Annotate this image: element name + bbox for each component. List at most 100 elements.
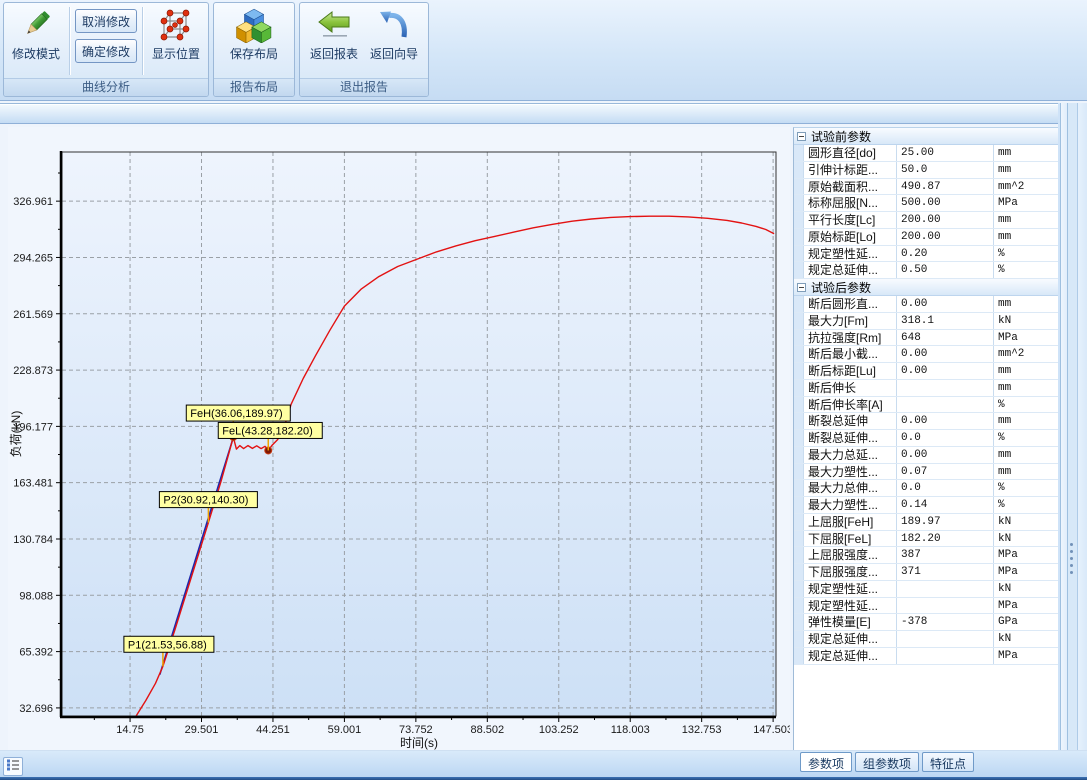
- param-row[interactable]: 规定总延伸...0.50%: [794, 262, 1058, 279]
- param-value[interactable]: [896, 648, 993, 664]
- param-value[interactable]: 0.00: [896, 346, 993, 362]
- param-row[interactable]: 断后圆形直...0.00mm: [794, 296, 1058, 313]
- param-value[interactable]: 50.0: [896, 162, 993, 178]
- save-layout-button[interactable]: 保存布局: [224, 4, 284, 78]
- param-value[interactable]: [896, 598, 993, 614]
- param-row[interactable]: 规定塑性延...kN: [794, 581, 1058, 598]
- param-value[interactable]: 500.00: [896, 195, 993, 211]
- param-value[interactable]: 0.14: [896, 497, 993, 513]
- param-row[interactable]: 最大力总伸...0.0%: [794, 480, 1058, 497]
- param-value[interactable]: 0.20: [896, 246, 993, 262]
- param-row[interactable]: 下屈服[FeL]182.20kN: [794, 531, 1058, 548]
- param-name: 下屈服[FeL]: [804, 531, 896, 547]
- show-position-button[interactable]: 显示位置: [146, 4, 206, 78]
- vertical-splitter[interactable]: [1058, 103, 1087, 777]
- param-value[interactable]: 0.00: [896, 363, 993, 379]
- param-value[interactable]: 189.97: [896, 514, 993, 530]
- confirm-modify-button[interactable]: 确定修改: [75, 39, 137, 63]
- param-row[interactable]: 断裂总延伸0.00mm: [794, 413, 1058, 430]
- param-value[interactable]: [896, 631, 993, 647]
- param-row[interactable]: 原始标距[Lo]200.00mm: [794, 229, 1058, 246]
- return-report-button[interactable]: 返回报表: [304, 4, 364, 78]
- row-indent: [794, 497, 804, 513]
- param-row[interactable]: 下屈服强度...371MPa: [794, 564, 1058, 581]
- param-unit: %: [993, 397, 1058, 413]
- param-value[interactable]: 0.00: [896, 447, 993, 463]
- param-rows: 试验前参数圆形直径[do]25.00mm引伸计标距...50.0mm原始截面积.…: [794, 128, 1058, 665]
- param-group-header[interactable]: 试验前参数: [794, 128, 1058, 145]
- param-value[interactable]: 0.07: [896, 464, 993, 480]
- param-row[interactable]: 最大力塑性...0.07mm: [794, 464, 1058, 481]
- param-group-header[interactable]: 试验后参数: [794, 279, 1058, 296]
- param-value[interactable]: 0.00: [896, 413, 993, 429]
- param-row[interactable]: 原始截面积...490.87mm^2: [794, 179, 1058, 196]
- param-value[interactable]: [896, 397, 993, 413]
- x-tick-label: 103.252: [539, 724, 579, 736]
- tab-feature-points[interactable]: 特征点: [922, 752, 974, 772]
- param-unit: MPa: [993, 598, 1058, 614]
- param-unit: MPa: [993, 547, 1058, 563]
- param-value[interactable]: 387: [896, 547, 993, 563]
- param-unit: mm: [993, 413, 1058, 429]
- param-row[interactable]: 最大力总延...0.00mm: [794, 447, 1058, 464]
- row-indent: [794, 246, 804, 262]
- param-value[interactable]: 200.00: [896, 229, 993, 245]
- x-tick-label: 44.251: [256, 724, 290, 736]
- param-row[interactable]: 最大力塑性...0.14%: [794, 497, 1058, 514]
- param-value[interactable]: -378: [896, 614, 993, 630]
- param-row[interactable]: 最大力[Fm]318.1kN: [794, 313, 1058, 330]
- param-value[interactable]: 0.0: [896, 430, 993, 446]
- param-row[interactable]: 断后伸长mm: [794, 380, 1058, 397]
- x-tick-label: 59.001: [328, 724, 362, 736]
- return-wizard-button[interactable]: 返回向导: [364, 4, 424, 78]
- param-row[interactable]: 规定塑性延...MPa: [794, 598, 1058, 615]
- param-row[interactable]: 断裂总延伸...0.0%: [794, 430, 1058, 447]
- param-row[interactable]: 规定塑性延...0.20%: [794, 246, 1058, 263]
- param-value[interactable]: 0.00: [896, 296, 993, 312]
- param-row[interactable]: 抗拉强度[Rm]648MPa: [794, 330, 1058, 347]
- param-row[interactable]: 弹性模量[E]-378GPa: [794, 614, 1058, 631]
- horizontal-splitter-bar[interactable]: [0, 103, 1087, 124]
- list-pane-button[interactable]: [3, 757, 23, 776]
- param-row[interactable]: 圆形直径[do]25.00mm: [794, 145, 1058, 162]
- collapse-icon[interactable]: [797, 132, 806, 141]
- param-value[interactable]: [896, 380, 993, 396]
- row-indent: [794, 195, 804, 211]
- cancel-modify-button[interactable]: 取消修改: [75, 9, 137, 33]
- param-value[interactable]: 318.1: [896, 313, 993, 329]
- collapse-icon[interactable]: [797, 283, 806, 292]
- param-row[interactable]: 平行长度[Lc]200.00mm: [794, 212, 1058, 229]
- param-value[interactable]: 648: [896, 330, 993, 346]
- param-row[interactable]: 断后标距[Lu]0.00mm: [794, 363, 1058, 380]
- list-icon: [6, 758, 20, 776]
- param-unit: mm: [993, 229, 1058, 245]
- save-layout-label: 保存布局: [230, 48, 278, 61]
- param-value[interactable]: 25.00: [896, 145, 993, 161]
- chart-canvas: 14.7529.50144.25159.00173.75288.502103.2…: [8, 127, 790, 750]
- param-value[interactable]: 0.0: [896, 480, 993, 496]
- param-name: 最大力塑性...: [804, 464, 896, 480]
- param-unit: mm: [993, 145, 1058, 161]
- param-value[interactable]: [896, 581, 993, 597]
- param-value[interactable]: 182.20: [896, 531, 993, 547]
- param-row[interactable]: 上屈服强度...387MPa: [794, 547, 1058, 564]
- param-value[interactable]: 490.87: [896, 179, 993, 195]
- param-row[interactable]: 上屈服[FeH]189.97kN: [794, 514, 1058, 531]
- row-indent: [794, 464, 804, 480]
- param-unit: mm^2: [993, 346, 1058, 362]
- modify-mode-button[interactable]: 修改模式: [6, 4, 66, 78]
- param-row[interactable]: 规定总延伸...MPa: [794, 648, 1058, 665]
- tab-parameter-items[interactable]: 参数项: [800, 752, 852, 772]
- tab-group-parameter-items[interactable]: 组参数项: [855, 752, 919, 772]
- param-row[interactable]: 引伸计标距...50.0mm: [794, 162, 1058, 179]
- param-row[interactable]: 断后最小截...0.00mm^2: [794, 346, 1058, 363]
- param-row[interactable]: 规定总延伸...kN: [794, 631, 1058, 648]
- param-unit: mm: [993, 363, 1058, 379]
- param-name: 断后伸长: [804, 380, 896, 396]
- param-value[interactable]: 200.00: [896, 212, 993, 228]
- param-row[interactable]: 标称屈服[N...500.00MPa: [794, 195, 1058, 212]
- param-value[interactable]: 0.50: [896, 262, 993, 278]
- x-tick-label: 73.752: [399, 724, 433, 736]
- param-value[interactable]: 371: [896, 564, 993, 580]
- param-row[interactable]: 断后伸长率[A]%: [794, 397, 1058, 414]
